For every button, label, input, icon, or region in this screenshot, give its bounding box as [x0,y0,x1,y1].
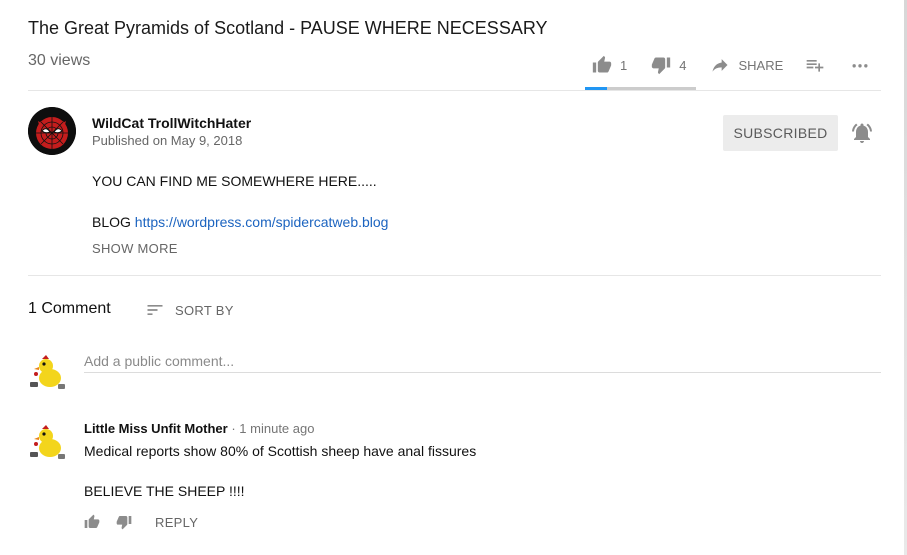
comment-author-avatar[interactable] [28,422,68,462]
more-icon [852,64,868,68]
spider-cat-logo [28,107,76,155]
duck-avatar-image [30,355,65,389]
publish-date: Published on May 9, 2018 [92,133,243,148]
subscribed-button[interactable]: SUBSCRIBED [723,115,838,151]
notification-bell-button[interactable] [850,121,874,150]
video-actions: 1 4 SHARE [592,54,870,76]
like-button[interactable]: 1 [592,55,627,75]
thumb-down-icon [652,57,671,75]
sort-icon [147,305,163,315]
comment-text: BELIEVE THE SHEEP !!!! [84,483,245,499]
share-icon [712,59,728,72]
channel-name[interactable]: WildCat TrollWitchHater [92,115,251,131]
divider [28,275,881,276]
description-blog-line: BLOG https://wordpress.com/spidercatweb.… [92,214,388,230]
show-more-button[interactable]: SHOW MORE [92,241,178,256]
share-button[interactable]: SHARE [710,55,783,75]
view-count: 30 views [28,52,91,69]
dislike-button[interactable]: 4 [651,55,686,75]
comment-count: 1 Comment [28,300,111,317]
duck-avatar-image [30,425,65,459]
comment-like-button[interactable] [84,514,100,530]
blog-label: BLOG [92,214,131,230]
blog-link[interactable]: https://wordpress.com/spidercatweb.blog [135,214,389,230]
comment-text: Medical reports show 80% of Scottish she… [84,443,477,459]
like-count: 1 [620,57,628,73]
dislike-count: 4 [679,57,687,73]
add-comment-input[interactable] [84,350,881,373]
thumb-up-icon [84,514,100,528]
comment-author-name[interactable]: Little Miss Unfit Mother [84,421,228,436]
comment-header: Little Miss Unfit Mother · 1 minute ago [84,421,314,436]
add-to-playlist-icon [806,60,824,72]
thumb-up-icon [592,55,612,73]
bell-icon [852,123,872,143]
thumb-down-icon [116,516,132,530]
share-label: SHARE [738,57,784,73]
divider [28,90,881,91]
video-title: The Great Pyramids of Scotland - PAUSE W… [28,18,548,38]
sort-by-label: SORT BY [175,302,234,318]
more-actions-button[interactable] [850,55,870,75]
description-text: YOU CAN FIND ME SOMEWHERE HERE..... [92,173,377,189]
channel-avatar[interactable] [28,107,76,155]
comment-actions: REPLY [84,514,198,530]
comment-timestamp[interactable]: 1 minute ago [239,421,314,436]
add-to-playlist-button[interactable] [805,55,825,75]
user-avatar[interactable] [28,352,68,392]
reply-button[interactable]: REPLY [155,515,198,530]
comment-dislike-button[interactable] [116,514,132,530]
sort-by-button[interactable]: SORT BY [145,300,234,320]
